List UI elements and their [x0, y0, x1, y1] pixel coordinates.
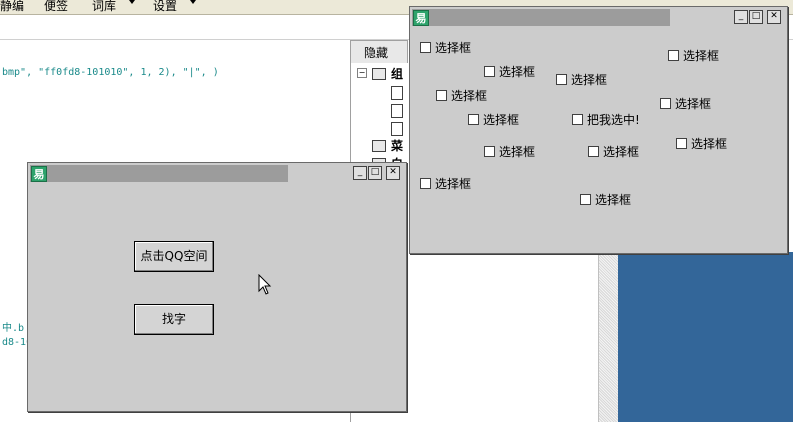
checkbox-box[interactable]: [660, 98, 671, 109]
checkbox-label: 选择框: [451, 89, 488, 103]
checkbox[interactable]: 选择框: [420, 175, 471, 192]
checkbox-label: 选择框: [675, 97, 712, 111]
tree-node-label[interactable]: 组: [391, 65, 403, 82]
checkbox-label: 选择框: [595, 193, 632, 207]
checkbox[interactable]: 选择框: [668, 47, 719, 64]
checkbox-label: 选择框: [603, 145, 640, 159]
tree-collapse-icon[interactable]: −: [357, 68, 367, 78]
document-icon: [391, 86, 403, 100]
menu-item-settings[interactable]: 设置: [153, 0, 177, 14]
code-line: 中.b: [2, 323, 25, 334]
checkbox-box[interactable]: [420, 42, 431, 53]
checkbox-box[interactable]: [484, 146, 495, 157]
checkbox[interactable]: 选择框: [580, 191, 631, 208]
tree-node-label[interactable]: 菜: [391, 137, 403, 154]
document-icon: [391, 104, 403, 118]
checkbox-box[interactable]: [484, 66, 495, 77]
scrollbar-track[interactable]: [598, 240, 619, 422]
document-icon: [391, 122, 403, 136]
tab-hide[interactable]: 隐藏: [350, 40, 408, 63]
checkbox-label: 选择框: [435, 177, 472, 191]
title-bar[interactable]: [30, 165, 288, 182]
code-line: bmp", "ff0fd8-101010", 1, 2), "|", ): [2, 67, 219, 78]
checkbox-box[interactable]: [556, 74, 567, 85]
minimize-button[interactable]: _: [734, 10, 748, 24]
close-button[interactable]: ✕: [386, 166, 400, 180]
menu-item-notes[interactable]: 便签: [44, 0, 68, 14]
checkbox-box[interactable]: [468, 114, 479, 125]
checkbox[interactable]: 选择框: [484, 63, 535, 80]
checkbox-label: 选择框: [691, 137, 728, 151]
find-text-button[interactable]: 找字: [134, 304, 214, 335]
checkbox[interactable]: 选择框: [468, 111, 519, 128]
checkbox-label: 选择框: [483, 113, 520, 127]
qq-zone-button[interactable]: 点击QQ空间: [134, 241, 214, 272]
checkbox-select-me[interactable]: 把我选中!: [572, 111, 640, 128]
checkbox[interactable]: 选择框: [420, 39, 471, 56]
checkbox-box[interactable]: [668, 50, 679, 61]
maximize-button[interactable]: □: [749, 10, 763, 24]
checkbox[interactable]: 选择框: [588, 143, 639, 160]
checkbox-label: 把我选中!: [587, 113, 640, 127]
checkbox-label: 选择框: [499, 145, 536, 159]
mouse-cursor-icon: [258, 274, 272, 295]
app-icon: 易: [413, 10, 429, 26]
checkbox-label: 选择框: [499, 65, 536, 79]
main-window: 易 _ □ ✕ 点击QQ空间 找字: [27, 162, 407, 412]
checkbox-box[interactable]: [572, 114, 583, 125]
minimize-button[interactable]: _: [353, 166, 367, 180]
app-icon: 易: [31, 166, 47, 182]
checkbox-box[interactable]: [420, 178, 431, 189]
menu-item-edit[interactable]: 静编: [0, 0, 24, 14]
chevron-down-icon[interactable]: [190, 0, 196, 4]
checkbox[interactable]: 选择框: [436, 87, 487, 104]
checkbox-box[interactable]: [676, 138, 687, 149]
desktop-background: [618, 252, 793, 422]
menu-item-dictionary[interactable]: 词库: [92, 0, 116, 14]
checkbox-label: 选择框: [683, 49, 720, 63]
checkbox-box[interactable]: [588, 146, 599, 157]
checkbox[interactable]: 选择框: [484, 143, 535, 160]
title-bar[interactable]: [412, 9, 670, 26]
checkbox-box[interactable]: [436, 90, 447, 101]
checkbox-label: 选择框: [571, 73, 608, 87]
maximize-button[interactable]: □: [368, 166, 382, 180]
checkbox[interactable]: 选择框: [676, 135, 727, 152]
checkbox[interactable]: 选择框: [660, 95, 711, 112]
checkbox-label: 选择框: [435, 41, 472, 55]
close-button[interactable]: ✕: [767, 10, 781, 24]
checkbox-window: 易 _ □ ✕ 选择框 选择框 选择框 选择框 选择框 选择框 选择框 把我选中…: [409, 6, 788, 254]
book-icon: [372, 68, 386, 80]
book-icon: [372, 140, 386, 152]
checkbox-box[interactable]: [580, 194, 591, 205]
chevron-down-icon[interactable]: [129, 0, 135, 4]
checkbox[interactable]: 选择框: [556, 71, 607, 88]
tab-hide-label: 隐藏: [364, 46, 389, 60]
